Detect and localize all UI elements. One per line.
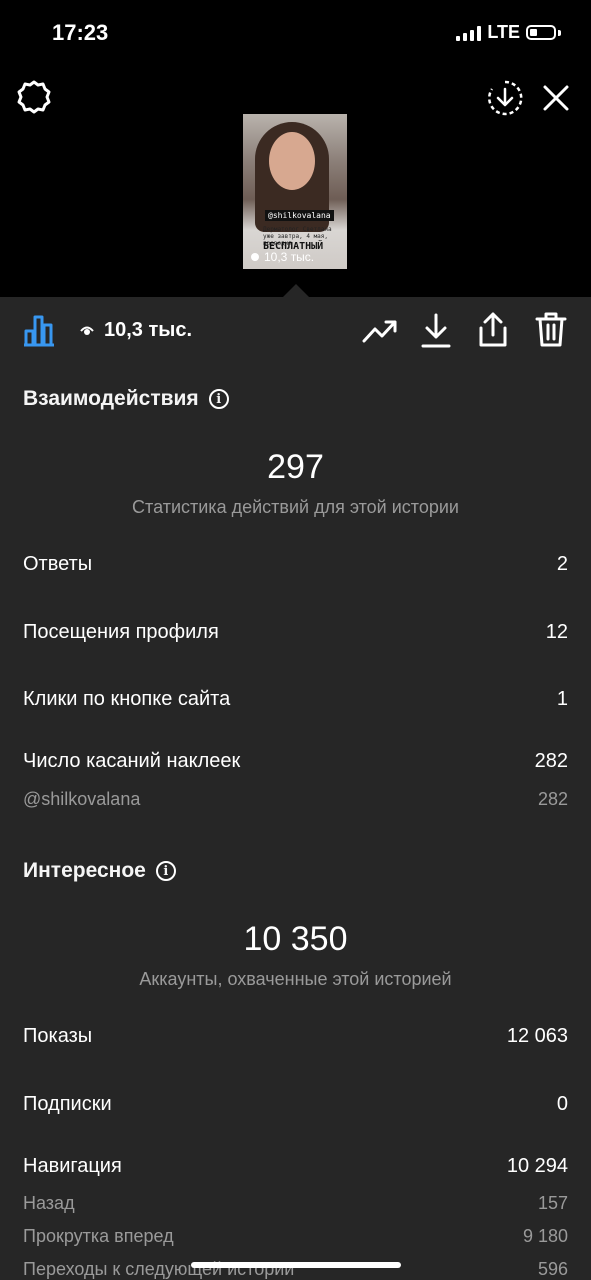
stat-row-profile-visits: Посещения профиля 12 bbox=[23, 621, 568, 643]
trash-icon[interactable] bbox=[534, 311, 568, 349]
story-handle-sticker: @shilkovalana bbox=[265, 210, 334, 221]
stat-row-navigation: Навигация 10 294 bbox=[23, 1155, 568, 1177]
share-icon[interactable] bbox=[476, 311, 510, 349]
bar-chart-icon[interactable] bbox=[22, 313, 56, 347]
eye-icon bbox=[80, 326, 94, 335]
story-thumbnail[interactable]: @shilkovalana Дерматолог Светлана уже за… bbox=[243, 114, 347, 269]
stat-row-sticker-taps: Число касаний наклеек 282 bbox=[23, 750, 568, 772]
views-count: 10,3 тыс. bbox=[80, 319, 192, 342]
info-icon[interactable]: i bbox=[208, 389, 229, 409]
home-indicator bbox=[191, 1262, 401, 1268]
status-time: 17:23 bbox=[52, 20, 109, 45]
stat-subrow-sticker-handle: @shilkovalana 282 bbox=[23, 789, 568, 809]
stat-row-replies: Ответы 2 bbox=[23, 553, 568, 575]
info-icon[interactable]: i bbox=[155, 861, 176, 881]
stat-row-website-clicks: Клики по кнопке сайта 1 bbox=[23, 688, 568, 710]
story-preview-area: 17:23 LTE @shilkovalana Дерматолог Светл… bbox=[0, 0, 591, 297]
eye-icon bbox=[251, 253, 259, 261]
close-icon[interactable] bbox=[542, 84, 570, 112]
stat-subrow-forward: Прокрутка вперед 9 180 bbox=[23, 1226, 568, 1246]
interactions-caption: Статистика действий для этой истории bbox=[132, 497, 459, 517]
discovery-caption: Аккаунты, охваченные этой историей bbox=[139, 969, 452, 989]
battery-icon bbox=[526, 25, 556, 40]
download-circle-icon[interactable] bbox=[486, 79, 524, 117]
story-views-overlay: 10,3 тыс. bbox=[249, 250, 314, 264]
battery-tip bbox=[558, 29, 561, 36]
discovery-total: 10 350 bbox=[243, 920, 348, 958]
stat-row-impressions: Показы 12 063 bbox=[23, 1025, 568, 1047]
trending-icon[interactable] bbox=[362, 317, 398, 345]
insights-toolbar: 10,3 тыс. bbox=[0, 297, 591, 367]
status-indicators: LTE bbox=[456, 22, 561, 43]
interactions-title: Взаимодействия i bbox=[23, 387, 229, 411]
discovery-title: Интересное i bbox=[23, 859, 176, 883]
network-label: LTE bbox=[487, 22, 520, 42]
stat-row-follows: Подписки 0 bbox=[23, 1093, 568, 1115]
pointer-notch bbox=[283, 284, 309, 297]
stat-subrow-back: Назад 157 bbox=[23, 1193, 568, 1213]
download-icon[interactable] bbox=[421, 313, 451, 349]
settings-icon[interactable] bbox=[16, 79, 52, 115]
signal-icon bbox=[456, 25, 482, 41]
interactions-total: 297 bbox=[267, 448, 324, 486]
